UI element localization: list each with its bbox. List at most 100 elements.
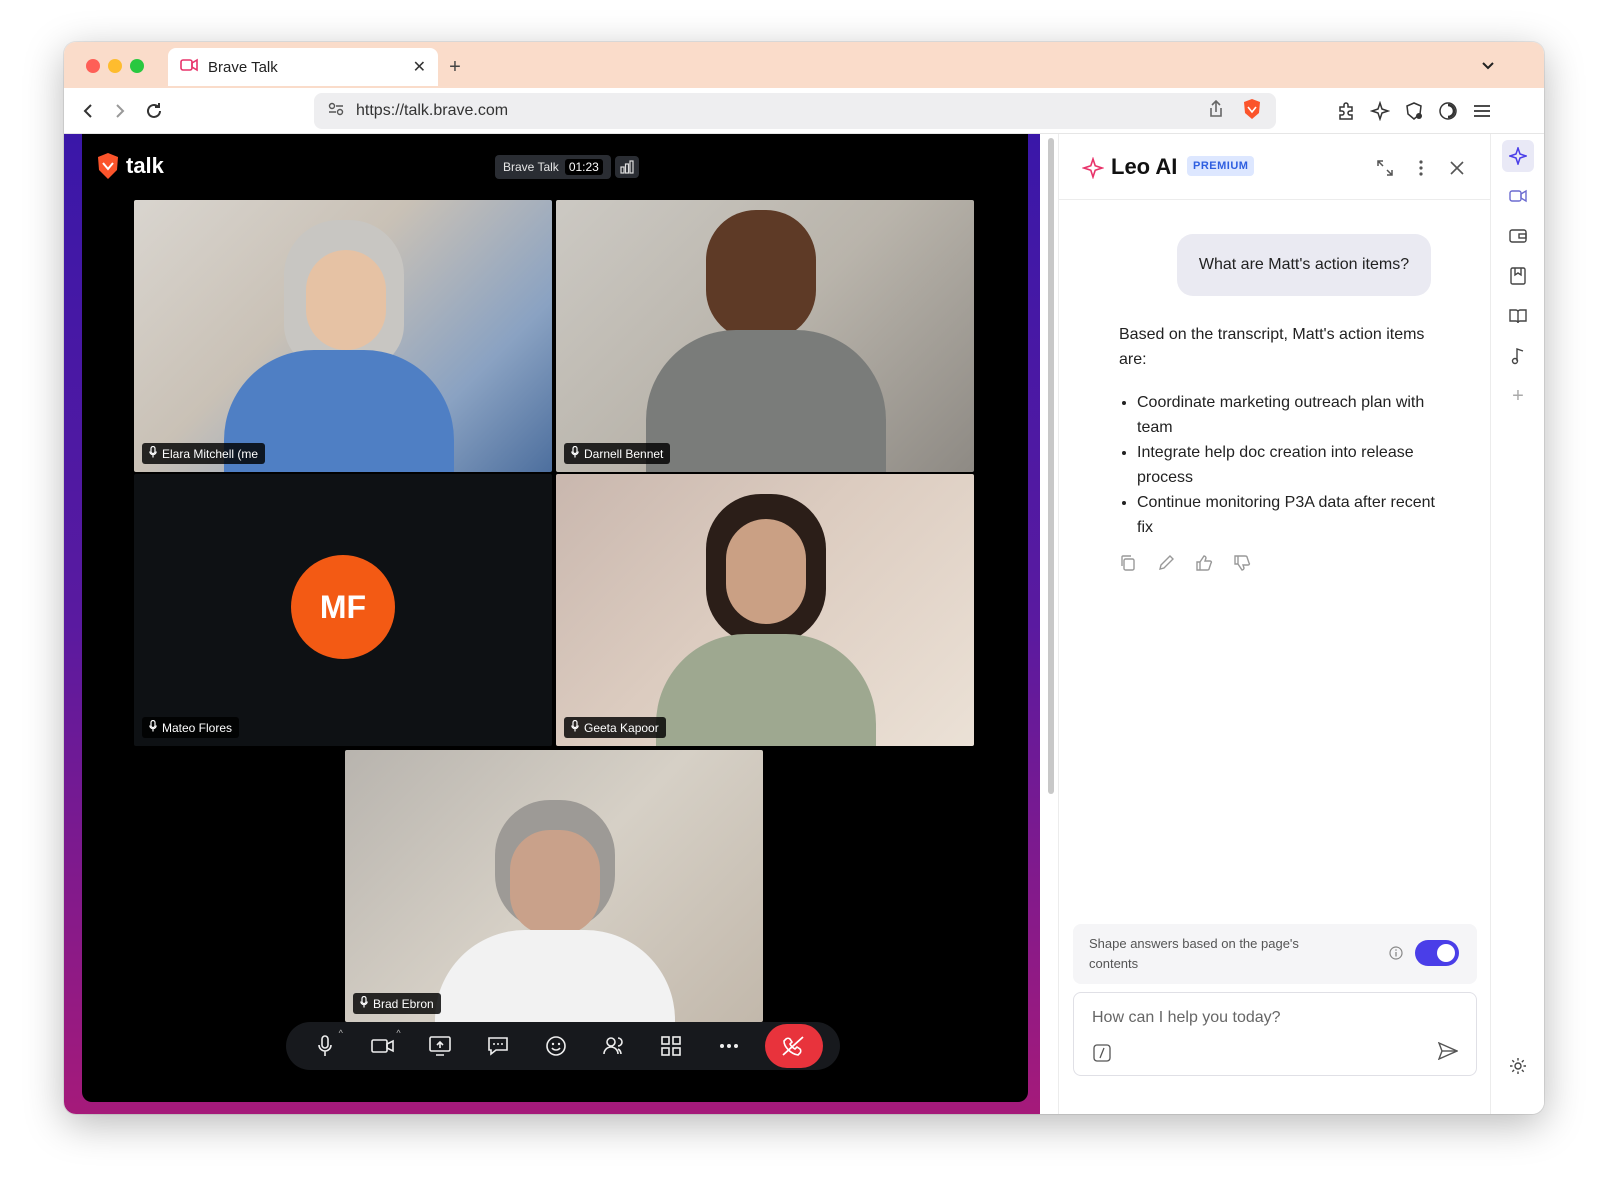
participant-name-badge: Brad Ebron — [353, 993, 441, 1014]
chat-button[interactable] — [476, 1024, 520, 1068]
microphone-icon — [571, 719, 579, 735]
chevron-up-icon[interactable]: ^ — [396, 1028, 400, 1038]
new-tab-button[interactable]: + — [442, 54, 468, 80]
extensions-icon[interactable] — [1334, 99, 1358, 123]
share-icon[interactable] — [1208, 99, 1224, 123]
participant-name: Elara Mitchell (me — [162, 446, 259, 461]
sidebar-item-reading-list[interactable] — [1502, 300, 1534, 332]
sidebar-item-playlist[interactable] — [1502, 340, 1534, 372]
thumbs-down-icon[interactable] — [1233, 554, 1251, 577]
chevron-up-icon[interactable]: ^ — [339, 1028, 343, 1038]
menu-icon[interactable] — [1470, 99, 1494, 123]
leo-title: Leo AI — [1111, 154, 1178, 179]
tab-strip: Brave Talk ✕ + — [64, 42, 1544, 88]
video-tile-mateo[interactable]: MF Mateo Flores — [134, 474, 552, 746]
reload-button[interactable] — [142, 99, 166, 123]
music-note-icon — [1511, 348, 1524, 365]
meeting-controls: ^ ^ — [286, 1022, 840, 1070]
sidebar-add-button[interactable]: + — [1502, 380, 1534, 412]
scrollbar-thumb[interactable] — [1048, 138, 1054, 794]
brave-shields-icon[interactable] — [1242, 98, 1262, 125]
bookmark-icon — [1510, 267, 1526, 285]
back-button[interactable] — [76, 99, 100, 123]
close-panel-icon[interactable] — [1445, 156, 1469, 180]
participant-stats-icon[interactable] — [614, 156, 639, 178]
chevron-down-icon[interactable] — [1476, 54, 1500, 78]
sidebar-settings[interactable] — [1502, 1050, 1534, 1082]
hang-up-button[interactable] — [765, 1024, 823, 1068]
edit-pencil-icon[interactable] — [1157, 554, 1175, 577]
browser-toolbar: https://talk.brave.com — [64, 88, 1544, 134]
sidebar-item-talk[interactable] — [1502, 180, 1534, 212]
sidebar-rail: + — [1490, 134, 1544, 1114]
meeting-info: Brave Talk 01:23 — [495, 155, 639, 179]
room-label-badge: Brave Talk 01:23 — [495, 155, 611, 179]
premium-badge: PREMIUM — [1187, 156, 1255, 176]
url-text: https://talk.brave.com — [356, 102, 509, 119]
maximize-window-button[interactable] — [130, 59, 144, 73]
sidebar-item-wallet[interactable] — [1502, 220, 1534, 252]
copy-icon[interactable] — [1119, 554, 1137, 577]
video-tile-geeta[interactable]: Geeta Kapoor — [556, 474, 974, 746]
minimize-window-button[interactable] — [108, 59, 122, 73]
mute-button[interactable]: ^ — [303, 1024, 347, 1068]
sidebar-item-bookmarks[interactable] — [1502, 260, 1534, 292]
meeting-stage: talk Brave Talk 01:23 Elara Mitchell (me… — [82, 134, 1028, 1102]
list-item: Coordinate marketing outreach plan with … — [1137, 390, 1439, 440]
site-settings-icon[interactable] — [328, 102, 344, 121]
video-tile-darnell[interactable]: Darnell Bennet — [556, 200, 974, 472]
brave-lion-icon — [98, 153, 118, 179]
microphone-icon — [360, 995, 368, 1011]
microphone-icon — [149, 445, 157, 461]
page-scrollbar[interactable] — [1046, 134, 1056, 1114]
video-tile-brad[interactable]: Brad Ebron — [345, 750, 763, 1022]
camera-icon — [370, 1039, 394, 1053]
reactions-button[interactable] — [534, 1024, 578, 1068]
video-tile-elara[interactable]: Elara Mitchell (me — [134, 200, 552, 472]
answer-list: Coordinate marketing outreach plan with … — [1119, 390, 1439, 540]
info-icon[interactable] — [1387, 944, 1405, 962]
screen-share-icon — [429, 1036, 452, 1056]
leo-header: Leo AI PREMIUM — [1059, 134, 1490, 200]
leo-prompt-input[interactable]: How can I help you today? — [1073, 992, 1477, 1076]
meeting-timer: 01:23 — [564, 159, 603, 175]
page-context-setting: Shape answers based on the page's conten… — [1073, 924, 1477, 984]
thumbs-up-icon[interactable] — [1195, 554, 1213, 577]
wallet-swirl-icon[interactable] — [1436, 99, 1460, 123]
tab-title: Brave Talk — [208, 58, 278, 76]
page-context-toggle[interactable] — [1415, 940, 1459, 966]
gear-icon — [1510, 1058, 1526, 1074]
user-question-text: What are Matt's action items? — [1198, 256, 1410, 273]
tab-brave-talk[interactable]: Brave Talk ✕ — [168, 48, 438, 86]
sidebar-item-leo[interactable] — [1502, 140, 1534, 172]
close-window-button[interactable] — [86, 59, 100, 73]
video-camera-icon — [180, 58, 198, 77]
send-icon[interactable] — [1436, 1039, 1460, 1063]
slash-command-icon[interactable] — [1092, 1043, 1112, 1063]
answer-intro: Based on the transcript, Matt's action i… — [1119, 326, 1425, 368]
browser-window: Brave Talk ✕ + https://talk.brave.com ta… — [64, 42, 1544, 1114]
user-question-bubble: What are Matt's action items? — [1177, 234, 1431, 296]
address-bar[interactable]: https://talk.brave.com — [314, 93, 1276, 129]
vpn-icon[interactable] — [1402, 99, 1426, 123]
participants-button[interactable] — [592, 1024, 636, 1068]
reading-list-icon — [1509, 309, 1527, 324]
screen-share-button[interactable] — [418, 1024, 462, 1068]
list-item: Integrate help doc creation into release… — [1137, 440, 1439, 490]
browser-content: talk Brave Talk 01:23 Elara Mitchell (me… — [64, 134, 1544, 1114]
wallet-icon — [1509, 229, 1527, 243]
room-label: Brave Talk — [503, 160, 559, 174]
leo-sparkle-icon[interactable] — [1368, 99, 1392, 123]
expand-icon[interactable] — [1373, 156, 1397, 180]
page-context-label: Shape answers based on the page's conten… — [1089, 936, 1299, 971]
phone-hangup-icon — [782, 1036, 804, 1056]
forward-button[interactable] — [108, 99, 132, 123]
camera-button[interactable]: ^ — [361, 1024, 405, 1068]
more-vertical-icon[interactable] — [1409, 156, 1433, 180]
more-options-button[interactable] — [707, 1024, 751, 1068]
tile-view-button[interactable] — [649, 1024, 693, 1068]
list-item: Continue monitoring P3A data after recen… — [1137, 490, 1439, 540]
close-tab-icon[interactable]: ✕ — [413, 57, 426, 77]
people-icon — [602, 1037, 623, 1055]
participant-name-badge: Geeta Kapoor — [564, 717, 666, 738]
